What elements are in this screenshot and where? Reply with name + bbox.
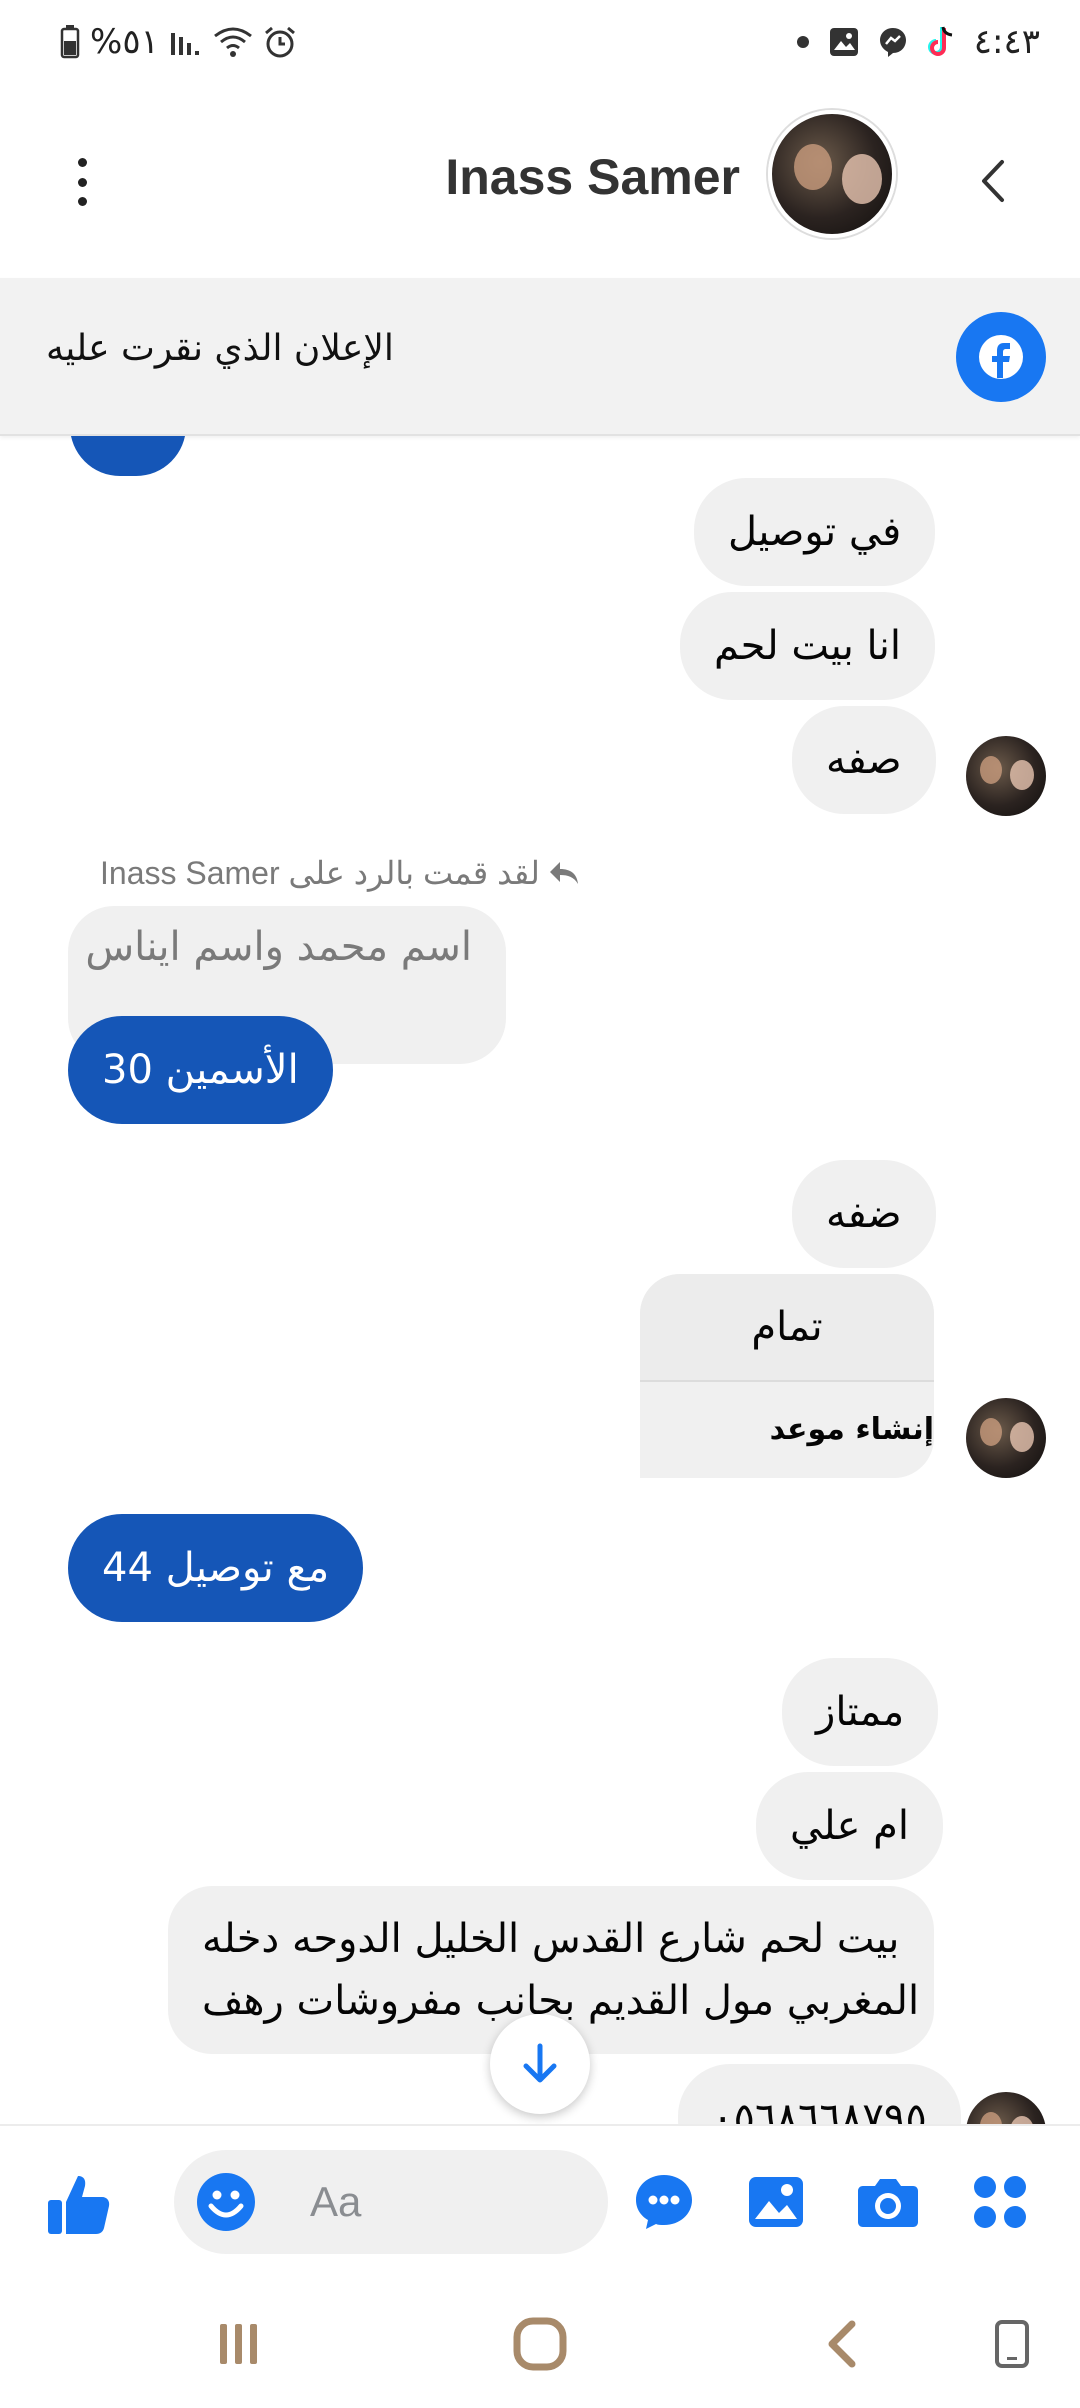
- message-bubble-partial: [70, 436, 186, 476]
- card-message-text: تمام: [640, 1274, 934, 1382]
- status-left: %٥١: [60, 22, 297, 62]
- chat-bubble-icon: [636, 2175, 692, 2229]
- ad-banner-text: الإعلان الذي نقرت عليه: [46, 328, 394, 369]
- message-bubble[interactable]: ممتاز: [782, 1658, 939, 1766]
- status-bar: %٥١ ٤:٤٣: [0, 0, 1080, 80]
- home-icon: [513, 2317, 567, 2371]
- screen-rotate-button[interactable]: [972, 2314, 1052, 2374]
- sender-avatar[interactable]: [966, 736, 1046, 816]
- image-icon: [749, 2177, 803, 2227]
- back-button[interactable]: [968, 146, 1018, 216]
- camera-button[interactable]: [854, 2168, 922, 2236]
- conversation-header: Inass Samer: [0, 80, 1080, 278]
- notification-dot-icon: [796, 35, 810, 49]
- messenger-notification-icon: [878, 26, 908, 58]
- rotate-device-icon: [995, 2320, 1029, 2368]
- more-options-button[interactable]: [62, 152, 102, 212]
- chevron-right-icon: [982, 160, 1004, 202]
- input-placeholder: Aa: [310, 2178, 362, 2225]
- ad-context-banner[interactable]: الإعلان الذي نقرت عليه: [0, 278, 1080, 436]
- back-arrow-icon: [828, 2320, 856, 2368]
- system-navigation-bar: [0, 2278, 1080, 2408]
- more-apps-button[interactable]: [966, 2168, 1034, 2236]
- battery-icon: [60, 25, 80, 59]
- apps-grid-icon: [974, 2176, 1026, 2228]
- sender-avatar[interactable]: [966, 1398, 1046, 1478]
- signal-icon: [169, 27, 203, 57]
- sender-avatar[interactable]: [966, 2092, 1046, 2124]
- clock: ٤:٤٣: [973, 22, 1040, 62]
- tiktok-icon: [926, 25, 956, 59]
- appointment-card[interactable]: تمام إنشاء موعد: [640, 1274, 934, 1478]
- contact-name[interactable]: Inass Samer: [445, 148, 740, 206]
- message-bubble[interactable]: انا بيت لحم: [680, 592, 935, 700]
- gallery-button[interactable]: [742, 2168, 810, 2236]
- more-vertical-icon: [77, 158, 87, 167]
- wifi-icon: [213, 26, 253, 58]
- create-appointment-button[interactable]: إنشاء موعد: [640, 1382, 934, 1476]
- message-bubble[interactable]: في توصيل: [694, 478, 936, 586]
- home-button[interactable]: [500, 2314, 580, 2374]
- gallery-notification-icon: [828, 26, 860, 58]
- recents-icon: [220, 2324, 257, 2364]
- facebook-icon: [956, 312, 1046, 402]
- recent-apps-button[interactable]: [198, 2314, 278, 2374]
- emoji-icon[interactable]: [196, 2172, 256, 2232]
- message-bubble[interactable]: ٠٥٦٨٦٦٨٧٩٥: [678, 2064, 961, 2124]
- message-bubble-outgoing[interactable]: الأسمين 30: [68, 1016, 333, 1124]
- like-button[interactable]: [44, 2170, 112, 2238]
- message-bubble-outgoing[interactable]: مع توصيل 44: [68, 1514, 364, 1622]
- message-composer: Aa: [0, 2124, 1080, 2278]
- contact-avatar[interactable]: [768, 110, 896, 238]
- message-bubble[interactable]: ضفه: [792, 1160, 936, 1268]
- reply-icon: [549, 862, 578, 884]
- battery-percent: %٥١: [90, 22, 159, 62]
- scroll-to-bottom-button[interactable]: [490, 2014, 590, 2114]
- chat-bubble-button[interactable]: [630, 2168, 698, 2236]
- reply-note: لقد قمت بالرد على Inass Samer: [100, 854, 580, 892]
- message-bubble[interactable]: ام علي: [756, 1772, 944, 1880]
- alarm-icon: [263, 25, 297, 59]
- message-list[interactable]: في توصيل انا بيت لحم صفه لقد قمت بالرد ع…: [0, 436, 1080, 2124]
- camera-icon: [858, 2179, 918, 2227]
- message-input[interactable]: Aa: [174, 2150, 608, 2254]
- arrow-down-icon: [523, 2043, 557, 2083]
- thumbs-up-icon: [48, 2176, 110, 2234]
- back-nav-button[interactable]: [802, 2314, 882, 2374]
- message-bubble[interactable]: صفه: [792, 706, 936, 814]
- status-right: ٤:٤٣: [796, 22, 1040, 62]
